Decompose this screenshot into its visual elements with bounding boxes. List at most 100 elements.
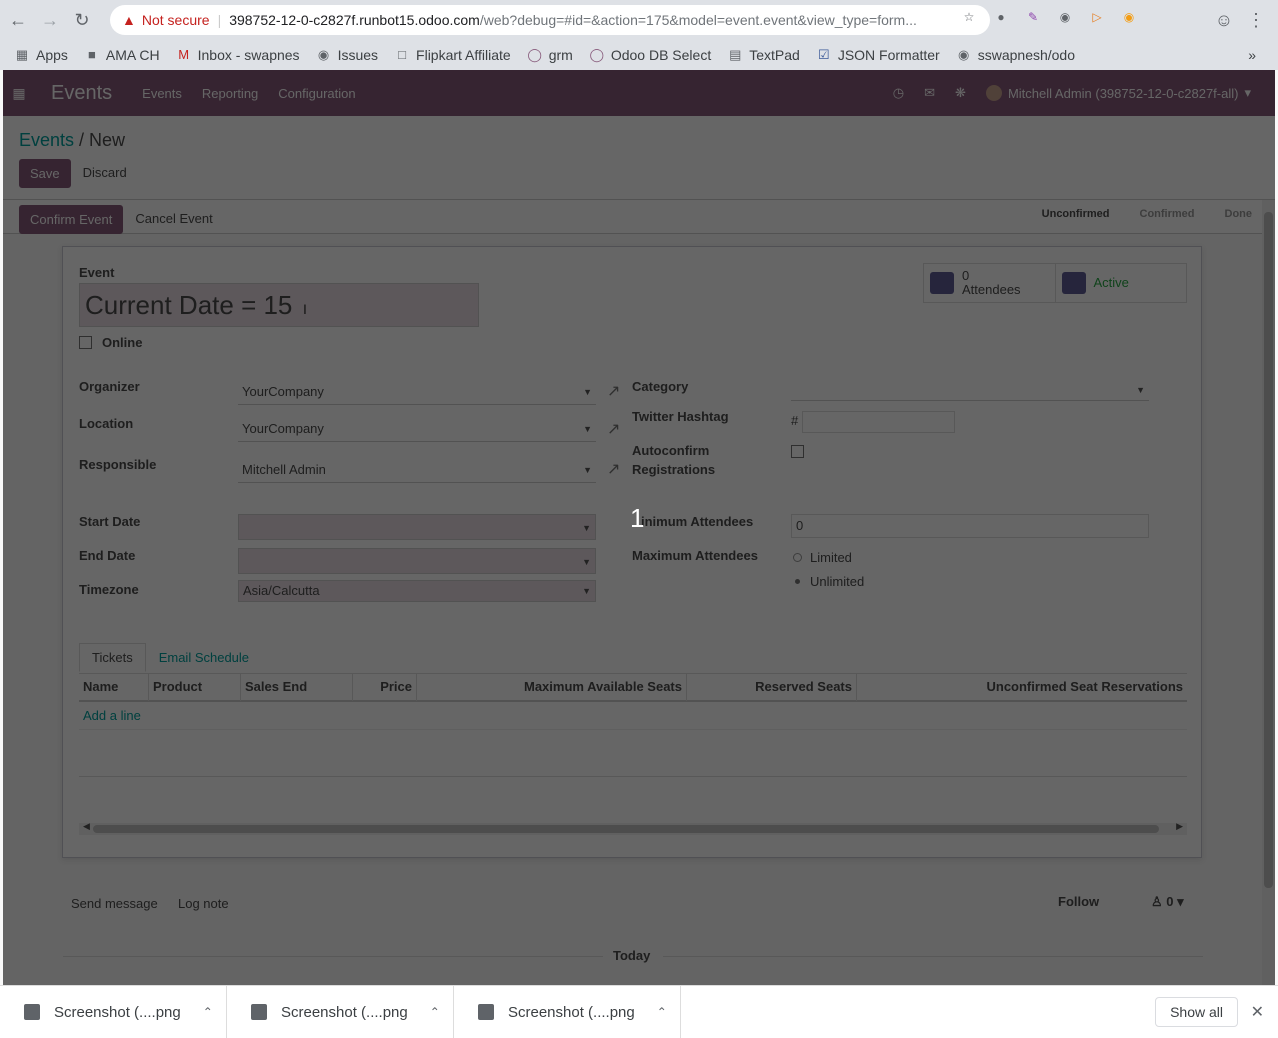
follow-button[interactable]: Follow (1058, 894, 1099, 909)
active-toggle-button[interactable]: Active (1056, 264, 1187, 302)
form-view: Confirm Event Cancel Event Unconfirmed C… (3, 200, 1262, 985)
more-bookmarks-icon[interactable]: » (1248, 47, 1256, 63)
reload-icon[interactable]: ↻ (68, 6, 96, 34)
bookmark[interactable]: ▤ TextPad (727, 47, 800, 63)
external-link-icon[interactable]: ↗ (607, 381, 620, 401)
download-item[interactable]: Screenshot (....png ⌃ (454, 985, 681, 1038)
bookmark[interactable]: ◉ Issues (316, 47, 378, 63)
limited-option[interactable]: Limited (793, 550, 852, 565)
followers-button[interactable]: ♙ 0 ▾ (1151, 894, 1184, 910)
menu-icon[interactable]: ⋮ (1242, 6, 1270, 34)
menu-configuration[interactable]: Configuration (278, 86, 355, 101)
cancel-event-button[interactable]: Cancel Event (127, 205, 220, 234)
start-date-label: Start Date (79, 514, 141, 529)
attendees-button[interactable]: 0 Attendees (924, 264, 1056, 302)
timezone-select[interactable]: Asia/Calcutta ▼ (238, 580, 596, 602)
location-label: Location (79, 416, 134, 431)
event-label: Event (79, 265, 115, 280)
star-icon[interactable]: ☆ (960, 8, 978, 26)
send-message-button[interactable]: Send message (71, 896, 158, 911)
menu-events[interactable]: Events (142, 86, 182, 101)
github-icon: ◉ (958, 47, 970, 62)
location-select[interactable]: YourCompany ▼ (238, 416, 596, 442)
extension-icon[interactable]: ● (992, 8, 1010, 26)
user-name: Mitchell Admin (398752-12-0-c2827f-all) (1007, 85, 1239, 101)
column-header[interactable]: Maximum Available Seats (417, 673, 687, 701)
user-menu[interactable]: Mitchell Admin (398752-12-0-c2827f-all) … (985, 85, 1251, 101)
extension-icon[interactable]: ◉ (1056, 8, 1074, 26)
unlimited-option[interactable]: Unlimited (793, 574, 864, 589)
scroll-left-icon[interactable]: ◀ (83, 821, 90, 832)
table-header: Name Product Sales End Price Maximum Ava… (79, 673, 1187, 702)
scroll-thumb[interactable] (1264, 212, 1273, 888)
column-header[interactable]: Product (149, 673, 241, 701)
menu-reporting[interactable]: Reporting (202, 86, 258, 101)
bug-icon[interactable]: ❋ (955, 85, 966, 101)
stage-unconfirmed[interactable]: Unconfirmed (1042, 208, 1110, 220)
chevron-up-icon[interactable]: ⌃ (430, 1005, 440, 1019)
stage-done[interactable]: Done (1225, 208, 1253, 220)
column-header[interactable]: Name (79, 673, 149, 701)
twitter-hashtag-input[interactable] (802, 411, 955, 433)
start-date-input[interactable]: ▼ (238, 514, 596, 540)
online-checkbox[interactable] (79, 336, 92, 349)
column-header[interactable]: Unconfirmed Seat Reservations (857, 673, 1187, 701)
chevron-up-icon[interactable]: ⌃ (203, 1005, 213, 1019)
address-bar[interactable]: ▲ Not secure | 398752-12-0-c2827f.runbot… (110, 5, 990, 35)
category-select[interactable]: ▼ (791, 379, 1149, 401)
external-link-icon[interactable]: ↗ (607, 459, 620, 479)
breadcrumb-parent[interactable]: Events (19, 130, 74, 150)
tab-tickets[interactable]: Tickets (79, 643, 146, 672)
organizer-select[interactable]: YourCompany ▼ (238, 379, 596, 405)
column-header[interactable]: Price (353, 673, 417, 701)
autoconfirm-label: Autoconfirm (632, 443, 710, 458)
end-date-input[interactable]: ▼ (238, 548, 596, 574)
show-all-button[interactable]: Show all (1155, 997, 1238, 1027)
extension-icon[interactable]: ▷ (1088, 8, 1106, 26)
profile-icon[interactable]: ☺ (1210, 6, 1238, 34)
apps-menu-icon[interactable]: ▦ (3, 85, 35, 102)
image-file-icon (24, 1004, 40, 1020)
scroll-right-icon[interactable]: ▶ (1176, 821, 1183, 832)
column-header[interactable]: Reserved Seats (687, 673, 857, 701)
smart-buttons: 0 Attendees Active (923, 263, 1187, 303)
bookmark[interactable]: ◉ sswapnesh/odo (956, 47, 1075, 63)
close-icon[interactable]: ✕ (1251, 1002, 1264, 1022)
scroll-thumb[interactable] (93, 825, 1159, 833)
stage-bar: Unconfirmed Confirmed Done (1042, 208, 1252, 220)
responsible-select[interactable]: Mitchell Admin ▼ (238, 457, 596, 483)
bookmark[interactable]: ☑ JSON Formatter (816, 47, 940, 63)
add-line-link[interactable]: Add a line (79, 702, 1187, 730)
log-note-button[interactable]: Log note (178, 896, 229, 911)
bookmark[interactable]: ▦ Apps (14, 47, 68, 63)
chevron-up-icon[interactable]: ⌃ (657, 1005, 667, 1019)
download-item[interactable]: Screenshot (....png ⌃ (0, 985, 227, 1038)
download-item[interactable]: Screenshot (....png ⌃ (227, 985, 454, 1038)
bookmark[interactable]: ■ AMA CH (84, 47, 160, 63)
tab-email-schedule[interactable]: Email Schedule (146, 643, 262, 672)
vertical-scrollbar[interactable] (1262, 200, 1275, 985)
github-icon: ◉ (317, 47, 330, 62)
pen-icon[interactable]: ✎ (1024, 8, 1042, 26)
column-header[interactable]: Sales End (241, 673, 353, 701)
save-button[interactable]: Save (19, 159, 71, 188)
back-icon[interactable]: ← (4, 6, 32, 34)
chat-icon[interactable]: ✉ (924, 85, 935, 101)
image-file-icon (251, 1004, 267, 1020)
extension-icon[interactable]: ◉ (1120, 8, 1138, 26)
stage-confirmed[interactable]: Confirmed (1140, 208, 1195, 220)
external-link-icon[interactable]: ↗ (607, 419, 620, 439)
bookmark[interactable]: ◯ grm (527, 47, 572, 63)
min-attendees-input[interactable]: 0 (791, 514, 1149, 538)
forward-icon[interactable]: → (36, 6, 64, 34)
event-name-input[interactable]: Current Date = 15 (79, 283, 479, 327)
autoconfirm-checkbox[interactable] (791, 445, 804, 458)
discard-button[interactable]: Discard (75, 159, 135, 188)
activity-icon[interactable]: ◷ (893, 85, 904, 101)
bookmark[interactable]: ◯ Odoo DB Select (589, 47, 712, 63)
bookmark[interactable]: M Inbox - swapnes (176, 47, 299, 63)
confirm-event-button[interactable]: Confirm Event (19, 205, 124, 234)
bookmark[interactable]: □ Flipkart Affiliate (394, 47, 511, 63)
horizontal-scrollbar[interactable]: ◀ ▶ (79, 821, 1187, 835)
location-value: YourCompany (242, 421, 324, 436)
